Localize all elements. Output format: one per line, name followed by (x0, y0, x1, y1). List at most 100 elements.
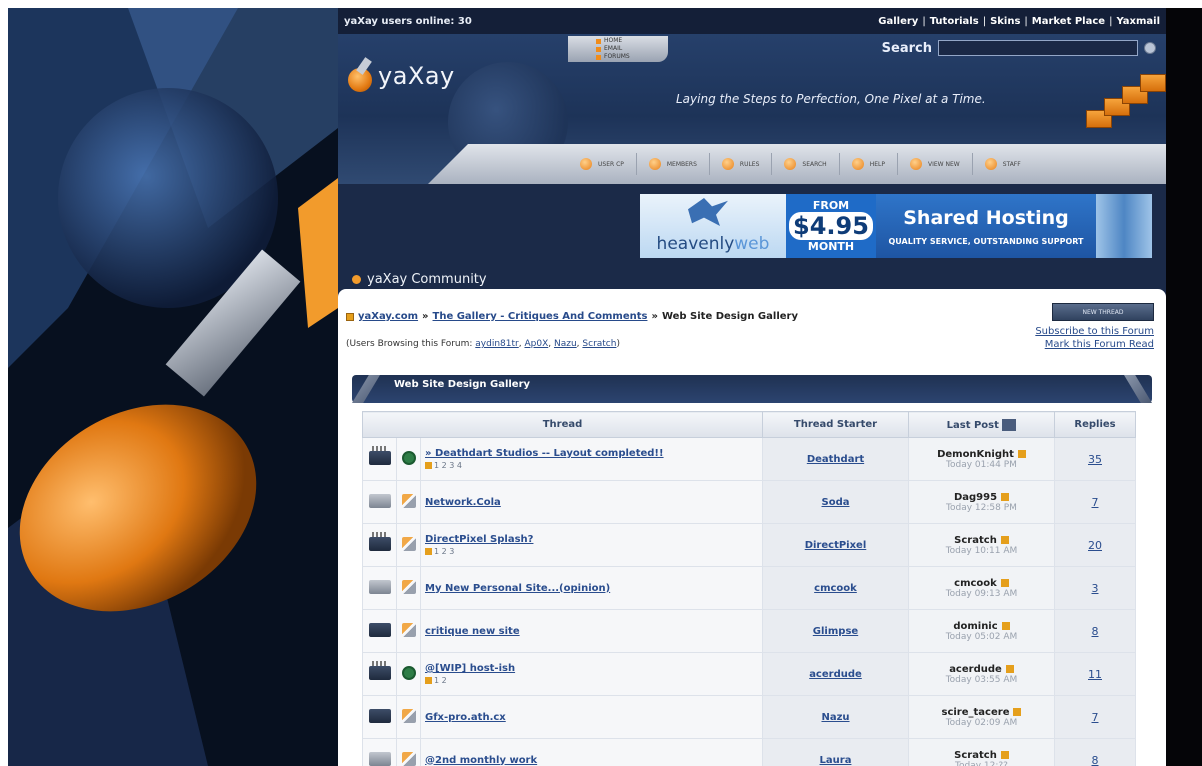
hosting-ad-banner[interactable]: heavenly web FROM $4.95 MONTH Shared Host… (640, 194, 1152, 258)
page-numbers[interactable]: 1 2 3 (434, 547, 454, 556)
nav-members[interactable]: MEMBERS (635, 153, 709, 175)
goto-last-post-icon[interactable] (1000, 536, 1009, 544)
last-post-username[interactable]: DemonKnight (937, 449, 1014, 460)
replies-link[interactable]: 35 (1054, 437, 1136, 481)
nav-staff[interactable]: STAFF (971, 153, 1033, 175)
thread-starter-link[interactable]: acerdude (762, 652, 909, 696)
nav-label: RULES (739, 160, 760, 168)
users-online: yaXay users online: 30 (344, 15, 472, 27)
page-links[interactable]: 1 2 3 4 (425, 461, 762, 470)
last-post-username[interactable]: acerdude (949, 664, 1002, 675)
browsing-user[interactable]: Nazu (554, 339, 577, 349)
thread-title-link[interactable]: critique new site (425, 626, 762, 637)
last-post-user[interactable]: cmcook (909, 578, 1054, 589)
pages-icon (425, 462, 432, 469)
new-thread-button[interactable]: NEW THREAD (1052, 303, 1154, 321)
goto-last-post-icon[interactable] (1013, 708, 1022, 716)
last-post-username[interactable]: Scratch (954, 750, 997, 761)
replies-link[interactable]: 8 (1054, 738, 1136, 766)
thread-title-link[interactable]: DirectPixel Splash? (425, 534, 762, 545)
thread-title-cell: Gfx-pro.ath.cx (420, 695, 763, 739)
mini-tabs: HOME EMAIL FORUMS (568, 36, 668, 62)
thread-starter-link[interactable]: Soda (762, 480, 909, 524)
last-post-username[interactable]: cmcook (954, 578, 997, 589)
page-numbers[interactable]: 1 2 3 4 (434, 461, 462, 470)
link-skins[interactable]: Skins (990, 16, 1020, 27)
last-post-username[interactable]: dominic (953, 621, 997, 632)
link-tutorials[interactable]: Tutorials (930, 16, 979, 27)
last-post-username[interactable]: Dag995 (954, 492, 997, 503)
page-links[interactable]: 1 2 3 (425, 547, 762, 556)
last-post-username[interactable]: scire_tacere (942, 707, 1010, 718)
goto-last-post-icon[interactable] (1017, 450, 1026, 458)
goto-last-post-icon[interactable] (1000, 579, 1009, 587)
last-post-user[interactable]: scire_tacere (909, 707, 1054, 718)
goto-last-post-icon[interactable] (1001, 622, 1010, 630)
nav-user-cp[interactable]: USER CP (568, 153, 636, 175)
browsing-user[interactable]: Ap0X (524, 339, 548, 349)
thread-title-link[interactable]: » Deathdart Studios -- Layout completed!… (425, 448, 762, 459)
thread-title-link[interactable]: @2nd monthly work (425, 755, 762, 766)
folder-icon (368, 622, 391, 637)
help-icon (851, 158, 864, 170)
sort-icon[interactable] (1002, 418, 1017, 431)
col-thread-starter[interactable]: Thread Starter (762, 411, 909, 438)
last-post-user[interactable]: DemonKnight (909, 449, 1054, 460)
search-go-icon[interactable] (1144, 42, 1156, 54)
thread-icon-cell (396, 738, 421, 766)
link-yaxmail[interactable]: Yaxmail (1116, 16, 1160, 27)
replies-link[interactable]: 3 (1054, 566, 1136, 610)
thread-title-link[interactable]: Network.Cola (425, 497, 762, 508)
col-thread[interactable]: Thread (362, 411, 763, 438)
subscribe-forum-link[interactable]: Subscribe to this Forum (1035, 326, 1154, 337)
last-post-user[interactable]: acerdude (909, 664, 1054, 675)
col-last-post[interactable]: Last Post (908, 411, 1055, 438)
mark-forum-read-link[interactable]: Mark this Forum Read (1045, 339, 1154, 350)
thread-title-link[interactable]: My New Personal Site...(opinion) (425, 583, 762, 594)
nav-label: HELP (869, 160, 885, 168)
thread-starter-link[interactable]: Deathdart (762, 437, 909, 481)
goto-last-post-icon[interactable] (1005, 665, 1014, 673)
link-market-place[interactable]: Market Place (1032, 16, 1105, 27)
replies-link[interactable]: 8 (1054, 609, 1136, 653)
last-post-user[interactable]: Scratch (909, 535, 1054, 546)
nav-view-new[interactable]: VIEW NEW (896, 153, 972, 175)
last-post-user[interactable]: Scratch (909, 750, 1054, 761)
replies-link[interactable]: 11 (1054, 652, 1136, 696)
thread-starter-link[interactable]: Laura (762, 738, 909, 766)
last-post-user[interactable]: dominic (909, 621, 1054, 632)
last-post-user[interactable]: Dag995 (909, 492, 1054, 503)
thread-title-link[interactable]: Gfx-pro.ath.cx (425, 712, 762, 723)
nav-label: STAFF (1002, 160, 1021, 168)
goto-last-post-icon[interactable] (1000, 751, 1009, 759)
ad-brand-b: web (734, 234, 770, 254)
thread-starter-link[interactable]: Nazu (762, 695, 909, 739)
nav-rules[interactable]: RULES (708, 153, 772, 175)
thread-starter-link[interactable]: Glimpse (762, 609, 909, 653)
search-input[interactable] (938, 40, 1138, 56)
replies-link[interactable]: 7 (1054, 480, 1136, 524)
thread-starter-link[interactable]: cmcook (762, 566, 909, 610)
tab-email[interactable]: EMAIL (596, 45, 662, 53)
browsing-user[interactable]: Scratch (582, 339, 616, 349)
tab-forums[interactable]: FORUMS (596, 53, 662, 61)
nav-help[interactable]: HELP (838, 153, 897, 175)
breadcrumb-parent[interactable]: The Gallery - Critiques And Comments (433, 311, 648, 322)
replies-link[interactable]: 7 (1054, 695, 1136, 739)
link-gallery[interactable]: Gallery (878, 16, 918, 27)
page-links[interactable]: 1 2 (425, 676, 762, 685)
thread-title-link[interactable]: @[WIP] host-ish (425, 663, 762, 674)
thread-starter-link[interactable]: DirectPixel (762, 523, 909, 567)
browsing-user[interactable]: aydin81tr (475, 339, 518, 349)
site-logo[interactable]: yaXay (346, 58, 455, 94)
breadcrumb-home[interactable]: yaXay.com (358, 311, 418, 322)
last-post-username[interactable]: Scratch (954, 535, 997, 546)
logo-text: yaXay (378, 62, 455, 90)
replies-link[interactable]: 20 (1054, 523, 1136, 567)
col-replies[interactable]: Replies (1054, 411, 1136, 438)
tab-home[interactable]: HOME (596, 37, 662, 45)
page-numbers[interactable]: 1 2 (434, 676, 447, 685)
thread-title-cell: critique new site (420, 609, 763, 653)
nav-search[interactable]: SEARCH (771, 153, 838, 175)
goto-last-post-icon[interactable] (1001, 493, 1010, 501)
